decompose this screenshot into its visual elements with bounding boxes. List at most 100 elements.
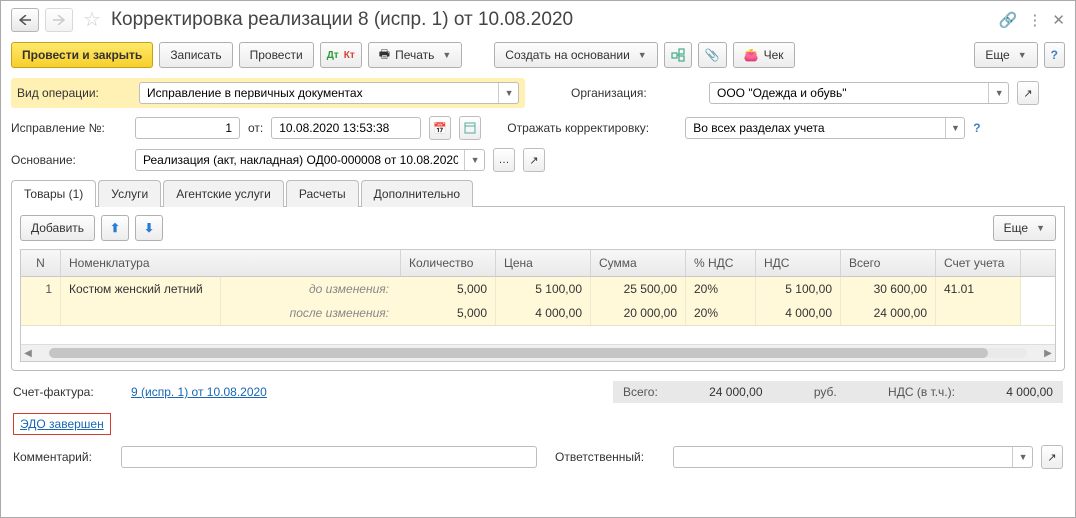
create-based-button[interactable]: Создать на основании▼ xyxy=(494,42,657,68)
edo-status[interactable]: ЭДО завершен xyxy=(13,413,111,435)
related-docs-button[interactable] xyxy=(664,42,692,68)
calendar-button[interactable]: 📅 xyxy=(429,116,451,140)
basis-open-button[interactable]: ↗ xyxy=(523,148,545,172)
op-type-input[interactable] xyxy=(145,85,494,101)
wallet-icon: 👛 xyxy=(744,48,759,62)
post-button[interactable]: Провести xyxy=(239,42,314,68)
basis-more-button[interactable]: … xyxy=(493,148,515,172)
col-price[interactable]: Цена xyxy=(496,250,591,276)
org-input[interactable] xyxy=(715,85,984,101)
cell-acct-after xyxy=(936,301,1021,325)
favorite-star-icon[interactable]: ☆ xyxy=(83,7,101,32)
help-button[interactable]: ? xyxy=(1044,42,1065,68)
cell-price-after: 4 000,00 xyxy=(496,301,591,325)
correction-no-field[interactable] xyxy=(135,117,240,139)
cell-sum-after: 20 000,00 xyxy=(591,301,686,325)
responsible-open-button[interactable]: ↗ xyxy=(1041,445,1063,469)
cell-vatp-after: 20% xyxy=(686,301,756,325)
cell-n: 1 xyxy=(21,277,61,325)
dtkt-button[interactable]: ДтКт xyxy=(320,42,362,68)
date-extra-button[interactable] xyxy=(459,116,481,140)
responsible-input[interactable] xyxy=(679,449,1008,465)
reflect-input[interactable] xyxy=(691,120,941,136)
op-type-dropdown-icon[interactable]: ▼ xyxy=(498,83,516,103)
after-label: после изменения: xyxy=(221,301,401,325)
responsible-dropdown-icon[interactable]: ▼ xyxy=(1012,447,1030,467)
cell-total-after: 24 000,00 xyxy=(841,301,936,325)
window-title: Корректировка реализации 8 (испр. 1) от … xyxy=(111,9,573,31)
cell-sum-before: 25 500,00 xyxy=(591,277,686,301)
nav-forward-button[interactable] xyxy=(45,8,73,32)
goods-grid: N Номенклатура Количество Цена Сумма % Н… xyxy=(20,249,1056,362)
op-type-field[interactable]: ▼ xyxy=(139,82,519,104)
grid-more-button[interactable]: Еще▼ xyxy=(993,215,1056,241)
add-row-button[interactable]: Добавить xyxy=(20,215,95,241)
col-total[interactable]: Всего xyxy=(841,250,936,276)
org-dropdown-icon[interactable]: ▼ xyxy=(988,83,1006,103)
close-icon[interactable]: ✕ xyxy=(1052,11,1065,29)
reflect-label: Отражать корректировку: xyxy=(507,121,677,135)
table-row[interactable]: 1 Костюм женский летний до изменения: по… xyxy=(21,277,1055,326)
comment-input[interactable] xyxy=(127,449,531,465)
col-n[interactable]: N xyxy=(21,250,61,276)
op-type-label: Вид операции: xyxy=(17,86,133,100)
cell-vatp-before: 20% xyxy=(686,277,756,301)
col-vat[interactable]: НДС xyxy=(756,250,841,276)
comment-field[interactable] xyxy=(121,446,537,468)
org-field[interactable]: ▼ xyxy=(709,82,1009,104)
reflect-dropdown-icon[interactable]: ▼ xyxy=(945,118,962,138)
calendar-icon: 📅 xyxy=(433,122,447,135)
check-button[interactable]: 👛Чек xyxy=(733,42,795,68)
paperclip-icon: 📎 xyxy=(705,48,720,62)
basis-input[interactable] xyxy=(141,152,460,168)
link-icon[interactable]: 🔗 xyxy=(999,11,1018,29)
invoice-link[interactable]: 9 (испр. 1) от 10.08.2020 xyxy=(131,385,267,399)
date-input[interactable] xyxy=(277,120,415,136)
tab-calc[interactable]: Расчеты xyxy=(286,180,359,207)
invoice-label: Счет-фактура: xyxy=(13,385,123,399)
date-from-label: от: xyxy=(248,121,263,135)
tab-services[interactable]: Услуги xyxy=(98,180,161,207)
basis-field[interactable]: ▼ xyxy=(135,149,485,171)
grid-scrollbar[interactable]: ◀ ▶ xyxy=(21,344,1055,361)
cell-name: Костюм женский летний xyxy=(61,277,221,301)
move-up-button[interactable]: ⬆ xyxy=(101,215,129,241)
correction-no-label: Исправление №: xyxy=(11,121,127,135)
reflect-field[interactable]: ▼ xyxy=(685,117,965,139)
write-button[interactable]: Записать xyxy=(159,42,232,68)
move-down-button[interactable]: ⬇ xyxy=(135,215,163,241)
before-label: до изменения: xyxy=(221,277,401,301)
date-field[interactable] xyxy=(271,117,421,139)
printer-icon: 🖶 xyxy=(379,45,390,66)
kebab-menu-icon[interactable]: ⋮ xyxy=(1027,11,1042,29)
col-vatp[interactable]: % НДС xyxy=(686,250,756,276)
cell-vat-after: 4 000,00 xyxy=(756,301,841,325)
print-button[interactable]: 🖶Печать▼ xyxy=(368,42,463,68)
basis-dropdown-icon[interactable]: ▼ xyxy=(464,150,482,170)
basis-label: Основание: xyxy=(11,153,127,167)
reflect-help-icon[interactable]: ? xyxy=(973,121,980,135)
comment-label: Комментарий: xyxy=(13,450,113,464)
cell-qty-before: 5,000 xyxy=(401,277,496,301)
nav-back-button[interactable] xyxy=(11,8,39,32)
more-button[interactable]: Еще▼ xyxy=(974,42,1037,68)
cell-vat-before: 5 100,00 xyxy=(756,277,841,301)
cell-price-before: 5 100,00 xyxy=(496,277,591,301)
org-open-button[interactable]: ↗ xyxy=(1017,81,1039,105)
col-acct[interactable]: Счет учета xyxy=(936,250,1021,276)
tab-goods[interactable]: Товары (1) xyxy=(11,180,96,207)
post-and-close-button[interactable]: Провести и закрыть xyxy=(11,42,153,68)
col-name[interactable]: Номенклатура xyxy=(61,250,401,276)
tab-extra[interactable]: Дополнительно xyxy=(361,180,473,207)
cell-total-before: 30 600,00 xyxy=(841,277,936,301)
col-sum[interactable]: Сумма xyxy=(591,250,686,276)
cell-qty-after: 5,000 xyxy=(401,301,496,325)
tab-agent[interactable]: Агентские услуги xyxy=(163,180,284,207)
correction-no-input[interactable] xyxy=(141,120,234,136)
responsible-field[interactable]: ▼ xyxy=(673,446,1033,468)
attachment-button[interactable]: 📎 xyxy=(698,42,727,68)
org-label: Организация: xyxy=(571,86,701,100)
responsible-label: Ответственный: xyxy=(555,450,665,464)
col-qty[interactable]: Количество xyxy=(401,250,496,276)
cell-acct-before: 41.01 xyxy=(936,277,1021,301)
